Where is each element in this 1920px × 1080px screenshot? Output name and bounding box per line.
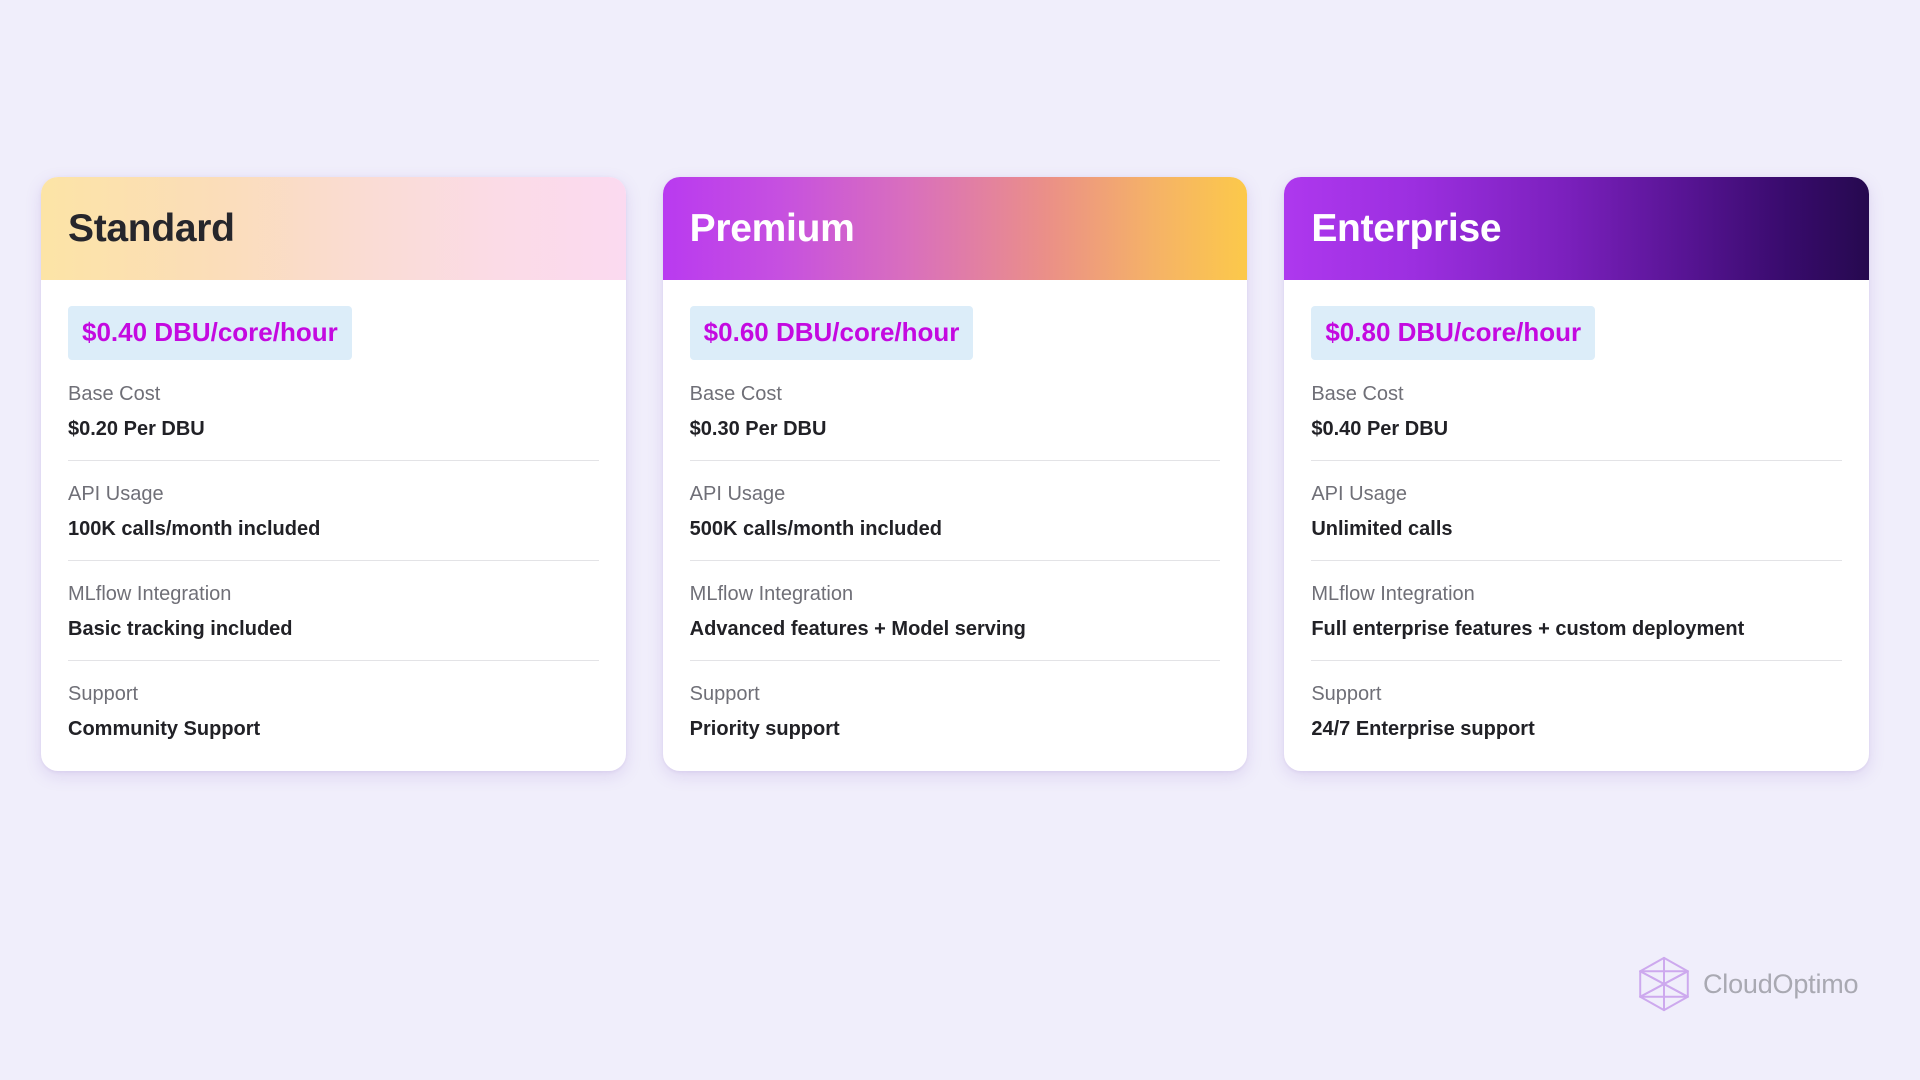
feature-value: Unlimited calls (1311, 518, 1453, 540)
feature-row: Support Priority support (689, 660, 1221, 741)
feature-row: MLflow Integration Advanced features + M… (689, 560, 1221, 660)
feature-row: API Usage 100K calls/month included (68, 460, 599, 560)
price-badge: $0.40 DBU/core/hour (68, 306, 352, 360)
feature-row: MLflow Integration Full enterprise featu… (1311, 560, 1843, 660)
feature-value: $0.20 Per DBU (68, 418, 205, 440)
feature-label: Base Cost (68, 383, 161, 405)
feature-label: MLflow Integration (689, 583, 854, 605)
feature-label: MLflow Integration (1311, 583, 1475, 605)
feature-row: Base Cost $0.20 Per DBU (68, 382, 599, 460)
feature-value: Full enterprise features + custom deploy… (1311, 618, 1745, 640)
feature-label: API Usage (1311, 483, 1407, 505)
feature-row: MLflow Integration Basic tracking includ… (68, 560, 599, 660)
card-title: Standard (68, 207, 235, 250)
feature-label: Support (68, 683, 139, 705)
feature-row: Support Community Support (68, 660, 599, 741)
brand-logo: CloudOptimo (1635, 955, 1859, 1013)
feature-row: API Usage 500K calls/month included (689, 460, 1221, 560)
pricing-card-enterprise[interactable]: Enterprise $0.80 DBU/core/hour Base Cost… (1284, 177, 1870, 771)
feature-value: 500K calls/month included (689, 518, 942, 540)
feature-row: Base Cost $0.40 Per DBU (1311, 382, 1842, 460)
card-body-enterprise: $0.80 DBU/core/hour Base Cost $0.40 Per … (1284, 280, 1869, 771)
feature-value: Basic tracking included (68, 618, 293, 640)
feature-value: Priority support (689, 718, 840, 740)
card-header-enterprise: Enterprise (1284, 177, 1870, 280)
feature-label: API Usage (689, 483, 786, 505)
pricing-comparison-page: Standard $0.40 DBU/core/hour Base Cost $… (0, 0, 1920, 1080)
card-header-premium: Premium (662, 177, 1248, 280)
hexagon-wireframe-icon (1635, 955, 1693, 1013)
feature-row: API Usage Unlimited calls (1311, 460, 1843, 560)
pricing-card-list: Standard $0.40 DBU/core/hour Base Cost $… (41, 177, 1870, 771)
card-body-standard: $0.40 DBU/core/hour Base Cost $0.20 Per … (41, 280, 626, 771)
feature-label: Base Cost (689, 383, 782, 405)
card-title: Enterprise (1311, 207, 1502, 250)
feature-label: MLflow Integration (68, 583, 232, 605)
feature-label: Support (689, 683, 760, 705)
pricing-card-premium[interactable]: Premium $0.60 DBU/core/hour Base Cost $0… (662, 177, 1248, 771)
brand-name: CloudOptimo (1703, 968, 1859, 999)
price-badge: $0.80 DBU/core/hour (1311, 306, 1596, 360)
feature-value: 24/7 Enterprise support (1311, 718, 1535, 740)
card-title: Premium (689, 207, 855, 250)
feature-row: Base Cost $0.30 Per DBU (690, 382, 1221, 460)
price-badge: $0.60 DBU/core/hour (689, 306, 974, 360)
feature-value: Advanced features + Model serving (689, 618, 1026, 640)
feature-label: API Usage (68, 483, 164, 505)
pricing-card-standard[interactable]: Standard $0.40 DBU/core/hour Base Cost $… (41, 177, 626, 771)
feature-value: Community Support (68, 718, 261, 740)
feature-row: Support 24/7 Enterprise support (1311, 660, 1843, 741)
feature-label: Support (1311, 683, 1382, 705)
feature-value: 100K calls/month included (68, 518, 321, 540)
card-body-premium: $0.60 DBU/core/hour Base Cost $0.30 Per … (663, 280, 1248, 771)
feature-value: $0.30 Per DBU (689, 418, 827, 440)
card-header-standard: Standard (41, 177, 626, 280)
feature-value: $0.40 Per DBU (1311, 418, 1449, 440)
feature-label: Base Cost (1311, 383, 1404, 405)
